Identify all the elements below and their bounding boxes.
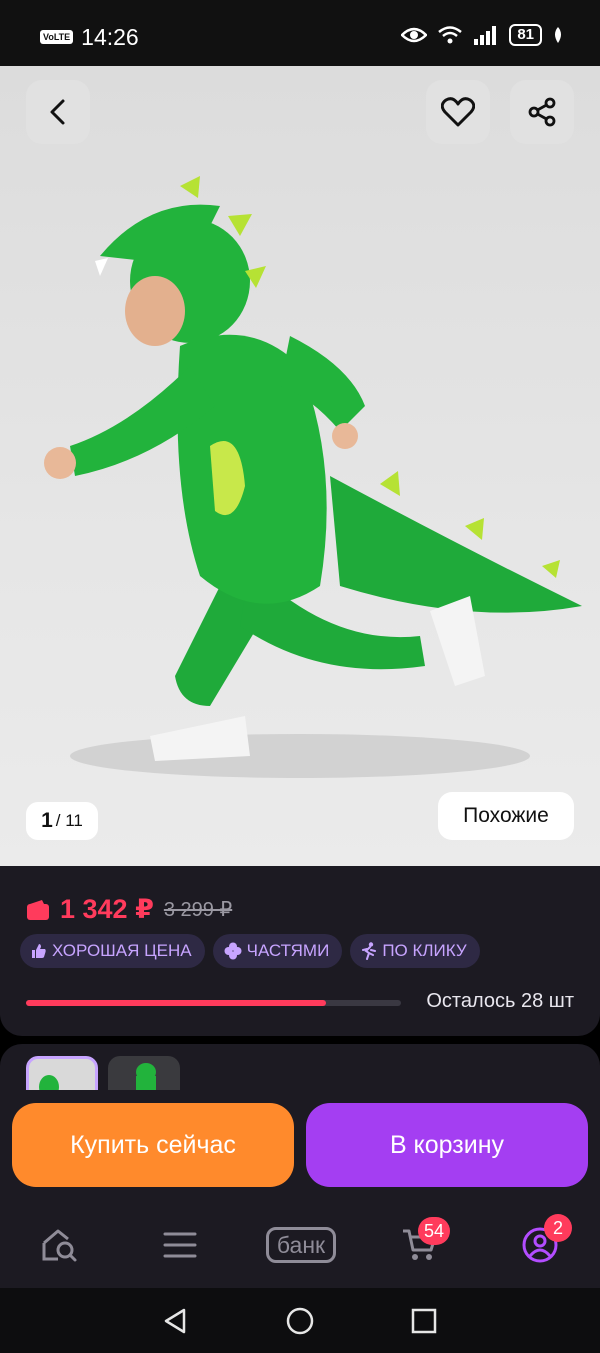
triangle-back-icon [164,1308,186,1334]
stock-progress-bar [26,1000,401,1006]
back-button[interactable] [26,80,90,144]
product-photo [44,176,582,778]
running-person-icon [362,942,377,960]
nav-cart[interactable]: 54 [390,1217,451,1270]
profile-notification-badge: 2 [544,1214,572,1242]
nav-profile[interactable]: 2 [510,1214,572,1270]
system-recents-button[interactable] [409,1306,439,1336]
price-panel: 1 342 ₽ 3 299 ₽ ХОРОШАЯ ЦЕНА ЧАСТЯМИ ПО … [0,866,600,1036]
circle-home-icon [286,1307,314,1335]
volte-indicator: VoLTE [40,30,74,44]
image-counter-total: / 11 [55,811,83,830]
thumbnail-1[interactable] [26,1056,98,1094]
system-back-button[interactable] [160,1306,190,1336]
wallet-icon [27,899,49,920]
tag-good-price-label: ХОРОШАЯ ЦЕНА [52,941,192,960]
tag-installments-label: ЧАСТЯМИ [246,941,330,960]
thumbnail-2-image [136,1063,156,1094]
purchase-actions: Купить сейчас В корзину [0,1090,600,1202]
share-button[interactable] [510,80,574,144]
nav-bank[interactable]: банк [260,1220,342,1270]
current-price: 1 342 ₽ [60,894,154,924]
tag-one-click-label: ПО КЛИКУ [382,941,467,960]
menu-icon [163,1232,197,1258]
add-to-cart-button[interactable]: В корзину [306,1103,588,1187]
nav-catalog[interactable] [150,1220,210,1270]
image-counter: 1 / 11 [26,802,98,840]
clock: 14:26 [81,24,139,50]
wifi-icon [438,26,463,44]
eye-icon [401,27,428,43]
thumbnail-2[interactable] [108,1056,180,1094]
stock-remaining: Осталось 28 шт [426,990,574,1012]
stock-progress-fill [26,1000,326,1006]
status-bar: VoLTE 14:26 81 [0,0,600,66]
bottom-navigation: банк 54 2 [0,1202,600,1288]
similar-button[interactable]: Похожие [438,792,574,840]
clover-icon [224,942,242,960]
signal-icon [474,26,497,45]
leaf-icon [555,27,561,43]
nav-search[interactable] [30,1220,90,1270]
tag-installments[interactable]: ЧАСТЯМИ [212,934,343,968]
buy-now-button[interactable]: Купить сейчас [12,1103,294,1187]
thumbnail-1-image [39,1075,73,1094]
chevron-left-icon [50,99,65,125]
heart-icon [441,97,475,127]
favorite-button[interactable] [426,80,490,144]
cart-count-badge: 54 [418,1217,451,1245]
share-icon [528,97,556,127]
old-price: 3 299 ₽ [163,899,233,921]
system-navigation [0,1288,600,1353]
thumbs-up-icon [32,944,46,958]
tag-good-price[interactable]: ХОРОШАЯ ЦЕНА [20,934,205,968]
system-home-button[interactable] [285,1306,315,1336]
thumbnail-strip [0,1044,600,1094]
home-search-icon [42,1229,77,1262]
product-image-gallery[interactable]: 1 / 11 Похожие [0,66,600,866]
battery-indicator: 81 [509,24,542,46]
tag-one-click[interactable]: ПО КЛИКУ [350,934,480,968]
square-recents-icon [411,1308,437,1334]
image-counter-current: 1 [41,809,53,832]
bank-label: банк [265,1227,337,1263]
